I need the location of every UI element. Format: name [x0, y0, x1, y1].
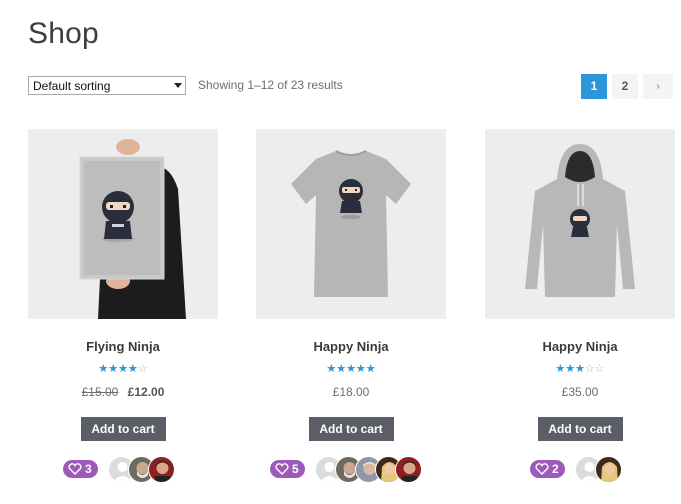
star-rating-fill-icon: ★★★★★ — [326, 363, 376, 375]
likes-count: 3 — [85, 462, 92, 476]
social-likes: 3 — [63, 454, 175, 484]
chevron-down-icon — [174, 83, 182, 88]
social-likes: 5 — [270, 454, 422, 484]
product-price: £35.00 — [485, 385, 675, 399]
likes-button[interactable]: 2 — [530, 460, 565, 478]
regular-price: £18.00 — [332, 385, 370, 399]
add-to-cart-button[interactable]: Add to cart — [308, 417, 394, 441]
liker-avatars — [314, 455, 422, 483]
add-to-cart-button[interactable]: Add to cart — [80, 417, 166, 441]
product-title[interactable]: Flying Ninja — [28, 339, 218, 354]
product-price: £15.00 £12.00 — [28, 385, 218, 399]
man-red-avatar[interactable] — [394, 455, 422, 483]
page-title: Shop — [28, 17, 99, 50]
shop-toolbar: Default sorting Showing 1–12 of 23 resul… — [28, 74, 673, 100]
product-image-happy-ninja-hoodie[interactable] — [485, 129, 675, 319]
likes-count: 5 — [292, 462, 299, 476]
regular-price: £35.00 — [561, 385, 599, 399]
heart-icon — [535, 463, 549, 475]
star-rating: ☆☆☆☆☆ ★★★★★ — [326, 363, 375, 375]
page-2-button[interactable]: 2 — [612, 74, 638, 99]
star-rating: ☆☆☆☆☆ ★★★★★ — [555, 363, 604, 375]
pagination: 1 2 › — [581, 74, 673, 99]
product-image-flying-ninja-poster[interactable] — [28, 129, 218, 319]
product-card: Flying Ninja ☆☆☆☆☆ ★★★★★ £15.00 £12.00 A… — [28, 129, 218, 483]
woman-blonde-avatar[interactable] — [594, 455, 622, 483]
likes-button[interactable]: 3 — [63, 460, 98, 478]
product-card: Happy Ninja ☆☆☆☆☆ ★★★★★ £18.00 Add to ca… — [256, 129, 446, 483]
result-count: Showing 1–12 of 23 results — [198, 78, 343, 92]
star-rating-fill-icon: ★★★★★ — [98, 363, 138, 375]
original-price: £15.00 — [81, 385, 119, 399]
sorting-selected-value: Default sorting — [33, 79, 111, 93]
product-image-happy-ninja-tshirt[interactable] — [256, 129, 446, 319]
add-to-cart-button[interactable]: Add to cart — [537, 417, 623, 441]
page-1-button[interactable]: 1 — [581, 74, 607, 99]
man-red-avatar[interactable] — [147, 455, 175, 483]
likes-count: 2 — [552, 462, 559, 476]
sale-price: £12.00 — [127, 385, 165, 399]
product-title[interactable]: Happy Ninja — [256, 339, 446, 354]
next-page-button[interactable]: › — [643, 74, 673, 99]
sorting-select[interactable]: Default sorting — [28, 76, 186, 95]
liker-avatars — [574, 455, 622, 483]
heart-icon — [68, 463, 82, 475]
heart-icon — [275, 463, 289, 475]
liker-avatars — [107, 455, 175, 483]
product-card: Happy Ninja ☆☆☆☆☆ ★★★★★ £35.00 Add to ca… — [485, 129, 675, 483]
star-rating: ☆☆☆☆☆ ★★★★★ — [98, 363, 147, 375]
social-likes: 2 — [530, 454, 622, 484]
product-price: £18.00 — [256, 385, 446, 399]
likes-button[interactable]: 5 — [270, 460, 305, 478]
star-rating-fill-icon: ★★★★★ — [555, 363, 585, 375]
product-title[interactable]: Happy Ninja — [485, 339, 675, 354]
